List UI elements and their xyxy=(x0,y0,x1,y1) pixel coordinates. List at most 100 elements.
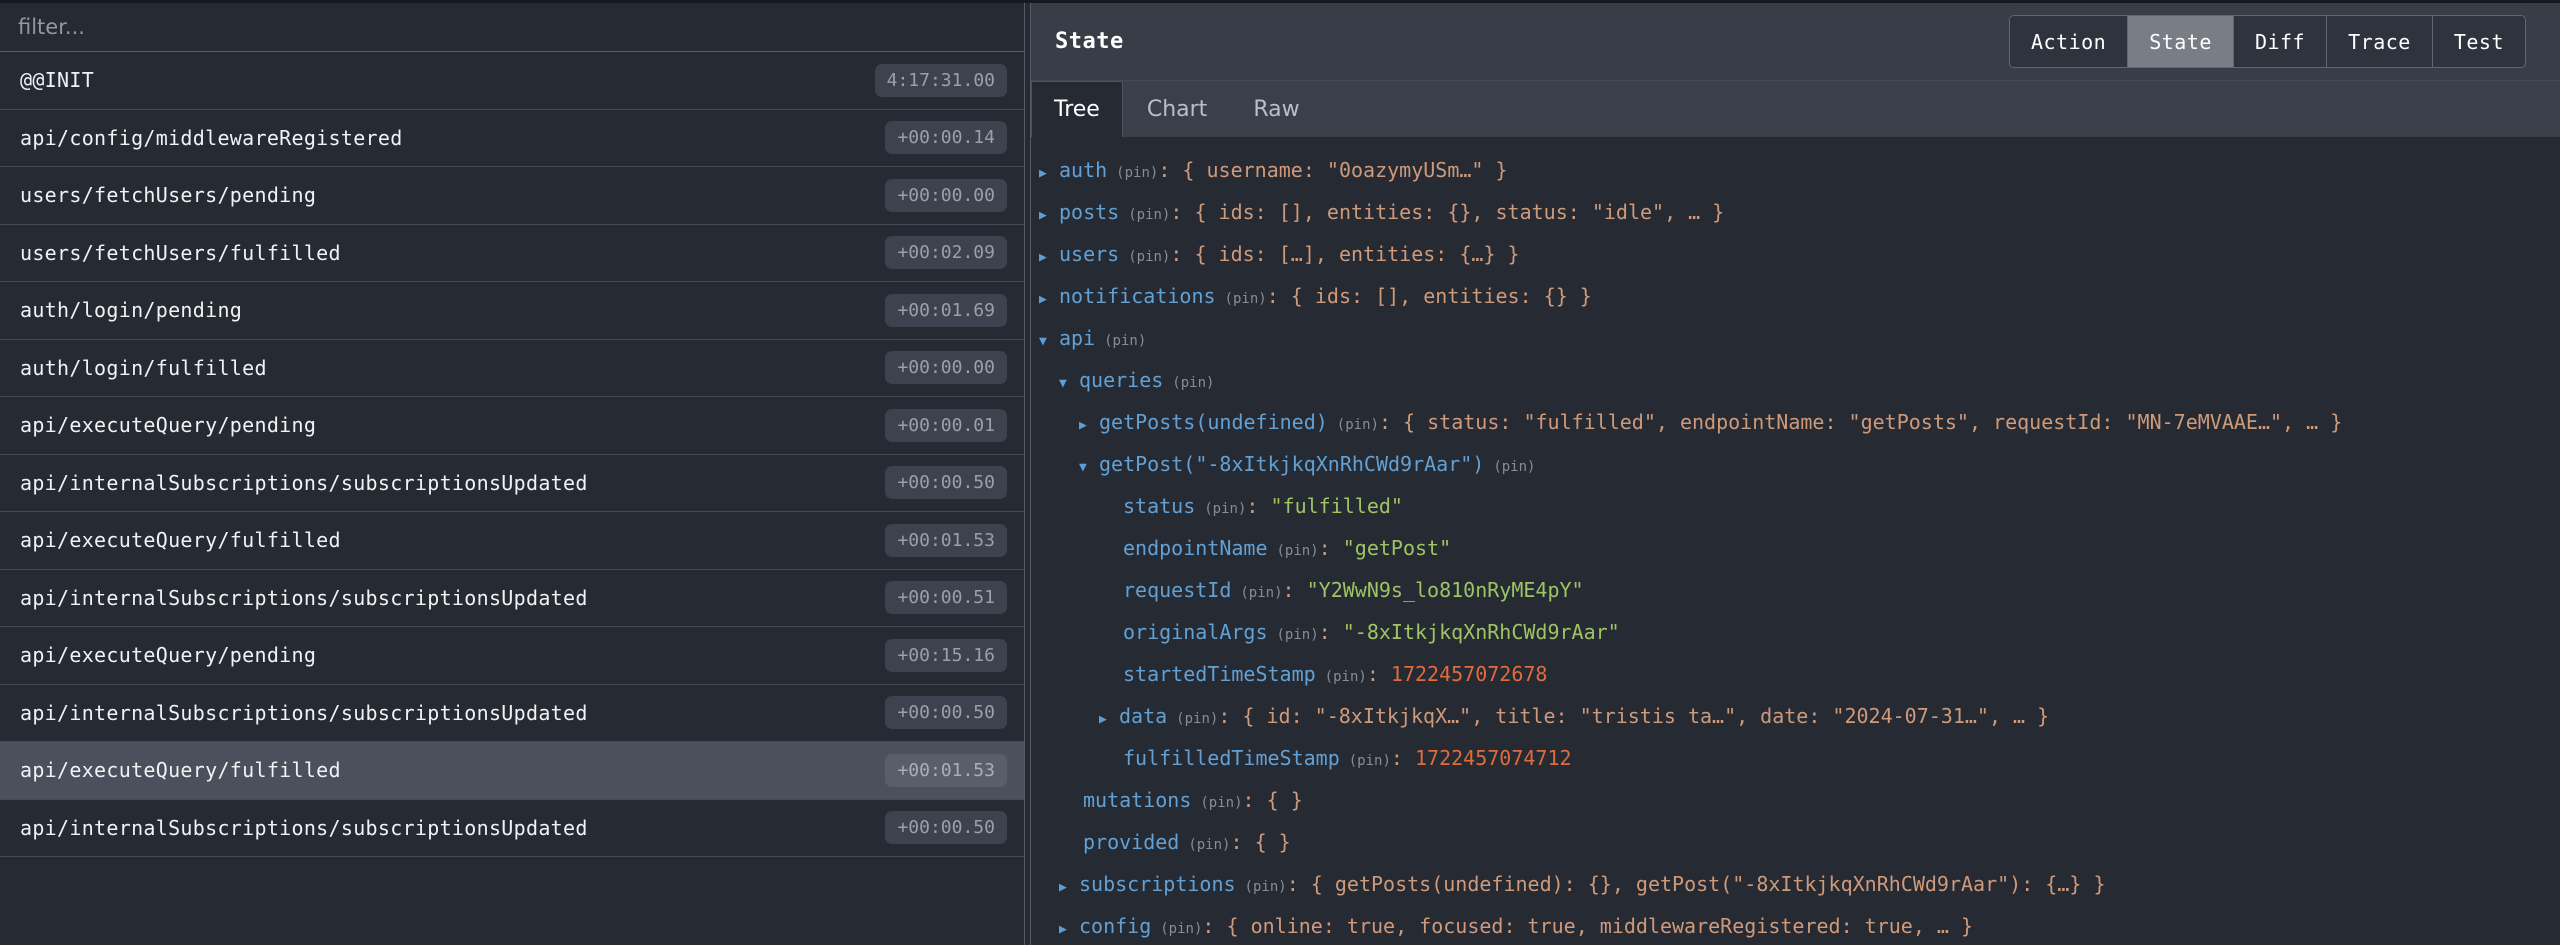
inspector-tab-trace[interactable]: Trace xyxy=(2326,16,2432,67)
inspector-header: State Action State Diff Trace Test xyxy=(1031,3,2560,80)
pin-button[interactable]: (pin) xyxy=(1104,333,1146,349)
tree-row: ▶getPosts(undefined)(pin): { status: "fu… xyxy=(1031,401,2560,443)
tree-value: { ids: [], entities: {}, status: "idle",… xyxy=(1194,200,1724,224)
pin-button[interactable]: (pin) xyxy=(1493,459,1535,475)
tree-key[interactable]: users xyxy=(1059,242,1119,266)
key-value-separator: : xyxy=(1287,872,1311,896)
expand-arrow-icon[interactable]: ▶ xyxy=(1039,237,1059,279)
action-list-item[interactable]: api/executeQuery/pending +00:00.01 xyxy=(0,397,1024,455)
pin-button[interactable]: (pin) xyxy=(1172,375,1214,391)
tree-key[interactable]: config xyxy=(1079,914,1151,938)
tree-value: "getPost" xyxy=(1343,536,1451,560)
tree-row: startedTimeStamp(pin): 1722457072678 xyxy=(1031,653,2560,695)
key-value-separator: : xyxy=(1379,410,1403,434)
pin-button[interactable]: (pin) xyxy=(1116,165,1158,181)
pin-button[interactable]: (pin) xyxy=(1337,417,1379,433)
action-type-label: api/internalSubscriptions/subscriptionsU… xyxy=(20,701,588,725)
expand-arrow-icon[interactable]: ▶ xyxy=(1059,867,1079,909)
action-log-panel: @@INIT 4:17:31.00 api/config/middlewareR… xyxy=(0,3,1024,945)
pin-button[interactable]: (pin) xyxy=(1277,543,1319,559)
pin-button[interactable]: (pin) xyxy=(1188,837,1230,853)
expand-arrow-icon[interactable]: ▶ xyxy=(1039,153,1059,195)
tree-row: ▶subscriptions(pin): { getPosts(undefine… xyxy=(1031,863,2560,905)
action-list-item[interactable]: api/executeQuery/fulfilled +00:01.53 xyxy=(0,742,1024,800)
action-type-label: api/internalSubscriptions/subscriptionsU… xyxy=(20,586,588,610)
tree-key[interactable]: queries xyxy=(1079,368,1163,392)
pin-button[interactable]: (pin) xyxy=(1325,669,1367,685)
tree-key[interactable]: provided xyxy=(1083,830,1179,854)
action-list-item[interactable]: api/internalSubscriptions/subscriptionsU… xyxy=(0,685,1024,743)
tree-key[interactable]: auth xyxy=(1059,158,1107,182)
action-list-item[interactable]: auth/login/pending +00:01.69 xyxy=(0,282,1024,340)
expand-arrow-icon[interactable]: ▼ xyxy=(1059,363,1079,405)
action-time-badge: +00:00.00 xyxy=(885,351,1007,384)
tree-row: originalArgs(pin): "-8xItkjkqXnRhCWd9rAa… xyxy=(1031,611,2560,653)
action-type-label: api/executeQuery/pending xyxy=(20,643,316,667)
tree-value: "fulfilled" xyxy=(1271,494,1403,518)
action-list-item[interactable]: users/fetchUsers/fulfilled +00:02.09 xyxy=(0,225,1024,283)
pin-button[interactable]: (pin) xyxy=(1277,627,1319,643)
tree-row: fulfilledTimeStamp(pin): 1722457074712 xyxy=(1031,737,2560,779)
action-type-label: @@INIT xyxy=(20,68,94,92)
state-subtab-chart[interactable]: Chart xyxy=(1125,81,1229,137)
tree-value: { getPosts(undefined): {}, getPost("-8xI… xyxy=(1311,872,2106,896)
pin-button[interactable]: (pin) xyxy=(1204,501,1246,517)
pin-button[interactable]: (pin) xyxy=(1225,291,1267,307)
tree-key[interactable]: getPosts(undefined) xyxy=(1099,410,1328,434)
action-list-item[interactable]: api/executeQuery/pending +00:15.16 xyxy=(0,627,1024,685)
pin-button[interactable]: (pin) xyxy=(1349,753,1391,769)
action-list-item[interactable]: api/executeQuery/fulfilled +00:01.53 xyxy=(0,512,1024,570)
action-list-item[interactable]: api/config/middlewareRegistered +00:00.1… xyxy=(0,110,1024,168)
expand-arrow-icon[interactable]: ▶ xyxy=(1099,699,1119,741)
tree-key[interactable]: notifications xyxy=(1059,284,1216,308)
action-list-item[interactable]: auth/login/fulfilled +00:00.00 xyxy=(0,340,1024,398)
pin-button[interactable]: (pin) xyxy=(1200,795,1242,811)
pin-button[interactable]: (pin) xyxy=(1176,711,1218,727)
tree-value: { id: "-8xItkjkqX…", title: "tristis ta…… xyxy=(1242,704,2049,728)
pin-button[interactable]: (pin) xyxy=(1128,249,1170,265)
pin-button[interactable]: (pin) xyxy=(1128,207,1170,223)
tree-key[interactable]: requestId xyxy=(1123,578,1231,602)
expand-arrow-icon[interactable]: ▶ xyxy=(1039,195,1059,237)
action-list-item[interactable]: @@INIT 4:17:31.00 xyxy=(0,52,1024,110)
pin-button[interactable]: (pin) xyxy=(1240,585,1282,601)
inspector-tab-state[interactable]: State xyxy=(2127,16,2233,67)
tree-key[interactable]: status xyxy=(1123,494,1195,518)
tree-key[interactable]: mutations xyxy=(1083,788,1191,812)
key-value-separator: : xyxy=(1319,536,1343,560)
expand-arrow-icon[interactable]: ▶ xyxy=(1039,279,1059,321)
tree-row: endpointName (pin): "getPost" xyxy=(1031,527,2560,569)
inspector-tab-test[interactable]: Test xyxy=(2432,16,2525,67)
inspector-tab-action[interactable]: Action xyxy=(2010,16,2127,67)
tree-key[interactable]: fulfilledTimeStamp xyxy=(1123,746,1340,770)
expand-arrow-icon[interactable]: ▶ xyxy=(1079,405,1099,447)
action-list-item[interactable]: api/internalSubscriptions/subscriptionsU… xyxy=(0,570,1024,628)
key-value-separator: : xyxy=(1267,284,1291,308)
action-list-item[interactable]: api/internalSubscriptions/subscriptionsU… xyxy=(0,800,1024,858)
pin-button[interactable]: (pin) xyxy=(1160,921,1202,937)
tree-value: "Y2WwN9s_lo810nRyME4pY" xyxy=(1307,578,1584,602)
key-value-separator: : xyxy=(1367,662,1391,686)
expand-arrow-icon[interactable]: ▼ xyxy=(1079,447,1099,489)
panel-resize-divider[interactable] xyxy=(1024,3,1031,945)
action-list-item[interactable]: users/fetchUsers/pending +00:00.00 xyxy=(0,167,1024,225)
state-subtab-tree[interactable]: Tree xyxy=(1031,81,1123,137)
tree-key[interactable]: data xyxy=(1119,704,1167,728)
expand-arrow-icon[interactable]: ▶ xyxy=(1059,909,1079,945)
tree-key[interactable]: api xyxy=(1059,326,1095,350)
action-list-item[interactable]: api/internalSubscriptions/subscriptionsU… xyxy=(0,455,1024,513)
inspector-tab-diff[interactable]: Diff xyxy=(2233,16,2326,67)
tree-key[interactable]: startedTimeStamp xyxy=(1123,662,1316,686)
tree-key[interactable]: endpointName xyxy=(1123,536,1268,560)
pin-button[interactable]: (pin) xyxy=(1245,879,1287,895)
expand-arrow-icon[interactable]: ▼ xyxy=(1039,321,1059,363)
tree-key[interactable]: posts xyxy=(1059,200,1119,224)
tree-key[interactable]: originalArgs xyxy=(1123,620,1268,644)
state-subtab-raw[interactable]: Raw xyxy=(1231,81,1321,137)
tree-row: ▼getPost("-8xItkjkqXnRhCWd9rAar")(pin) xyxy=(1031,443,2560,485)
inspector-tab-group: Action State Diff Trace Test xyxy=(2009,15,2526,68)
tree-value: 1722457074712 xyxy=(1415,746,1572,770)
tree-key[interactable]: getPost("-8xItkjkqXnRhCWd9rAar") xyxy=(1099,452,1484,476)
filter-input[interactable] xyxy=(0,3,1024,51)
tree-key[interactable]: subscriptions xyxy=(1079,872,1236,896)
